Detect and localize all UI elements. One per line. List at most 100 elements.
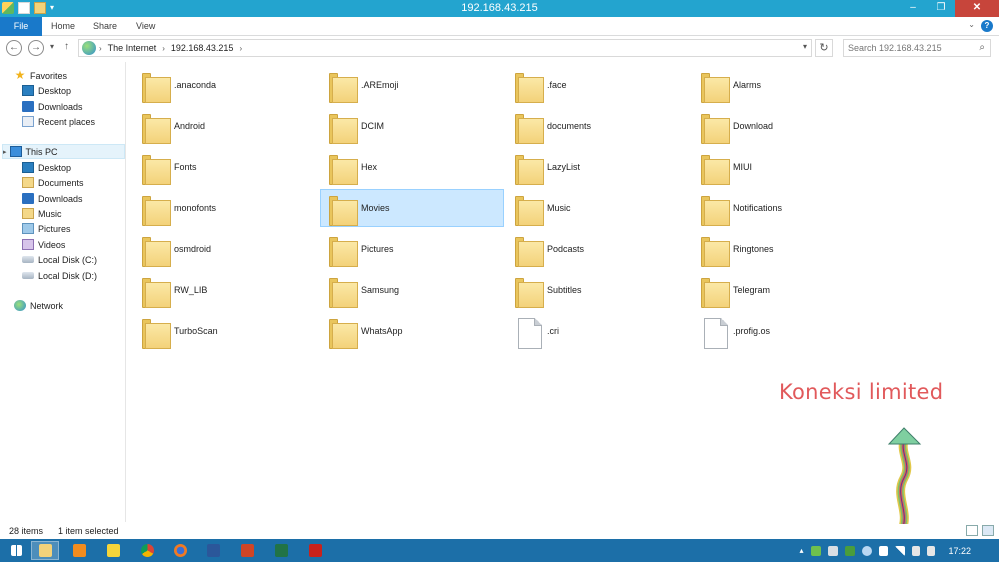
sidebar-item-label: This PC — [25, 146, 58, 157]
folder-item[interactable]: TurboScan — [133, 312, 317, 350]
taskbar-app[interactable] — [301, 541, 329, 560]
folder-item[interactable]: Fonts — [133, 148, 317, 186]
bluetooth-icon[interactable] — [862, 545, 873, 556]
file-item[interactable]: .cri — [506, 312, 690, 350]
documents-icon — [22, 177, 34, 188]
sidebar-item-label: Network — [30, 300, 64, 311]
folder-item[interactable]: monofonts — [133, 189, 317, 227]
taskbar-app[interactable] — [267, 541, 295, 560]
network-location-icon — [82, 41, 96, 55]
folder-icon — [329, 235, 359, 267]
file-item[interactable]: .profig.os — [692, 312, 876, 350]
folder-item[interactable]: osmdroid — [133, 230, 317, 268]
sidebar-item-local-disk-d[interactable]: Local Disk (D:) — [22, 268, 97, 283]
folder-item[interactable]: Notifications — [692, 189, 876, 227]
up-arrow-icon[interactable]: ↑ — [64, 41, 69, 52]
sidebar-item-desktop[interactable]: Desktop — [22, 160, 71, 175]
folder-item[interactable]: documents — [506, 107, 690, 145]
folder-item[interactable]: Telegram — [692, 271, 876, 309]
antivirus-icon[interactable] — [845, 545, 856, 556]
taskbar-app[interactable] — [166, 541, 194, 560]
search-input[interactable] — [844, 40, 969, 56]
recent-locations-chevron-icon[interactable]: ▾ — [50, 42, 54, 51]
restore-icon[interactable]: ❐ — [927, 0, 955, 17]
sidebar-item-videos[interactable]: Videos — [22, 237, 65, 252]
folder-item[interactable]: Podcasts — [506, 230, 690, 268]
search-icon[interactable]: ⌕ — [979, 42, 985, 53]
refresh-icon[interactable]: ↻ — [815, 39, 833, 57]
tab-view[interactable]: View — [136, 17, 155, 36]
sidebar-item-pictures[interactable]: Pictures — [22, 221, 71, 236]
address-bar[interactable]: › The Internet › 192.168.43.215 › ▾ — [78, 39, 812, 57]
folder-item[interactable]: Hex — [320, 148, 504, 186]
sidebar-item-music[interactable]: Music — [22, 206, 62, 221]
folder-item[interactable]: Ringtones — [692, 230, 876, 268]
sidebar-item-downloads[interactable]: Downloads — [22, 191, 83, 206]
breadcrumb-chevron-icon[interactable]: › — [162, 44, 165, 53]
show-hidden-icons-chevron-icon[interactable]: ▴ — [799, 546, 803, 555]
file-name: Download — [733, 121, 774, 131]
folder-item[interactable]: WhatsApp — [320, 312, 504, 350]
breadcrumb-chevron-icon[interactable]: › — [99, 44, 102, 53]
breadcrumb-the-internet[interactable]: The Internet — [108, 43, 157, 53]
folder-item[interactable]: .anaconda — [133, 66, 317, 104]
tab-file[interactable]: File — [0, 17, 42, 36]
sidebar-item-fav-downloads[interactable]: Downloads — [22, 99, 83, 114]
folder-item[interactable]: Movies — [320, 189, 504, 227]
taskbar-app[interactable] — [65, 541, 93, 560]
address-dropdown-icon[interactable]: ▾ — [803, 42, 807, 51]
sidebar-item-network[interactable]: Network — [14, 298, 63, 313]
folder-item[interactable]: .AREmoji — [320, 66, 504, 104]
security-icon[interactable] — [811, 545, 822, 556]
sidebar-item-this-pc[interactable]: ▸ This PC — [2, 144, 125, 159]
taskbar-app[interactable] — [31, 541, 59, 560]
start-button[interactable] — [2, 541, 30, 560]
folder-item[interactable]: .face — [506, 66, 690, 104]
close-icon[interactable]: ✕ — [955, 0, 999, 17]
folder-item[interactable]: Samsung — [320, 271, 504, 309]
sidebar-item-fav-desktop[interactable]: Desktop — [22, 83, 71, 98]
taskbar-app[interactable] — [133, 541, 161, 560]
file-name: Movies — [361, 203, 390, 213]
tab-share[interactable]: Share — [93, 17, 117, 36]
expand-chevron-icon[interactable]: ▸ — [3, 148, 7, 156]
taskbar-app[interactable] — [99, 541, 127, 560]
help-icon[interactable]: ? — [981, 20, 993, 32]
folder-item[interactable]: Download — [692, 107, 876, 145]
powerpoint-icon — [240, 544, 254, 557]
folder-item[interactable]: Pictures — [320, 230, 504, 268]
folder-icon — [142, 194, 172, 226]
folder-item[interactable]: Android — [133, 107, 317, 145]
forward-icon[interactable]: → — [28, 40, 44, 56]
folder-item[interactable]: RW_LIB — [133, 271, 317, 309]
details-view-icon[interactable] — [966, 525, 978, 536]
minimize-icon[interactable]: – — [899, 0, 927, 17]
clock[interactable]: 17:22 — [948, 546, 971, 556]
breadcrumb-ip[interactable]: 192.168.43.215 — [171, 43, 234, 53]
breadcrumb-chevron-icon[interactable]: › — [239, 44, 242, 53]
folder-item[interactable]: MIUI — [692, 148, 876, 186]
folder-item[interactable]: Alarms — [692, 66, 876, 104]
taskbar-app[interactable] — [199, 541, 227, 560]
sidebar-item-recent-places[interactable]: Recent places — [22, 114, 95, 129]
explorer-icon — [38, 544, 52, 557]
expand-ribbon-chevron-icon[interactable]: ⌄ — [968, 20, 975, 29]
battery-icon[interactable] — [912, 545, 921, 556]
sidebar-item-favorites[interactable]: ★ Favorites — [14, 68, 67, 83]
folder-icon — [142, 276, 172, 308]
volume-icon[interactable] — [927, 545, 936, 556]
sidebar-item-documents[interactable]: Documents — [22, 175, 84, 190]
sidebar-item-local-disk-c[interactable]: Local Disk (C:) — [22, 252, 97, 267]
folder-item[interactable]: Subtitles — [506, 271, 690, 309]
folder-item[interactable]: DCIM — [320, 107, 504, 145]
folder-item[interactable]: LazyList — [506, 148, 690, 186]
folder-item[interactable]: Music — [506, 189, 690, 227]
taskbar-app[interactable] — [233, 541, 261, 560]
back-icon[interactable]: ← — [6, 40, 22, 56]
update-icon[interactable] — [828, 545, 839, 556]
tab-home[interactable]: Home — [51, 17, 75, 36]
flag-icon[interactable] — [879, 545, 889, 556]
wifi-signal-icon[interactable] — [895, 545, 906, 556]
large-icons-view-icon[interactable] — [982, 525, 994, 536]
file-name: .anaconda — [174, 80, 217, 90]
